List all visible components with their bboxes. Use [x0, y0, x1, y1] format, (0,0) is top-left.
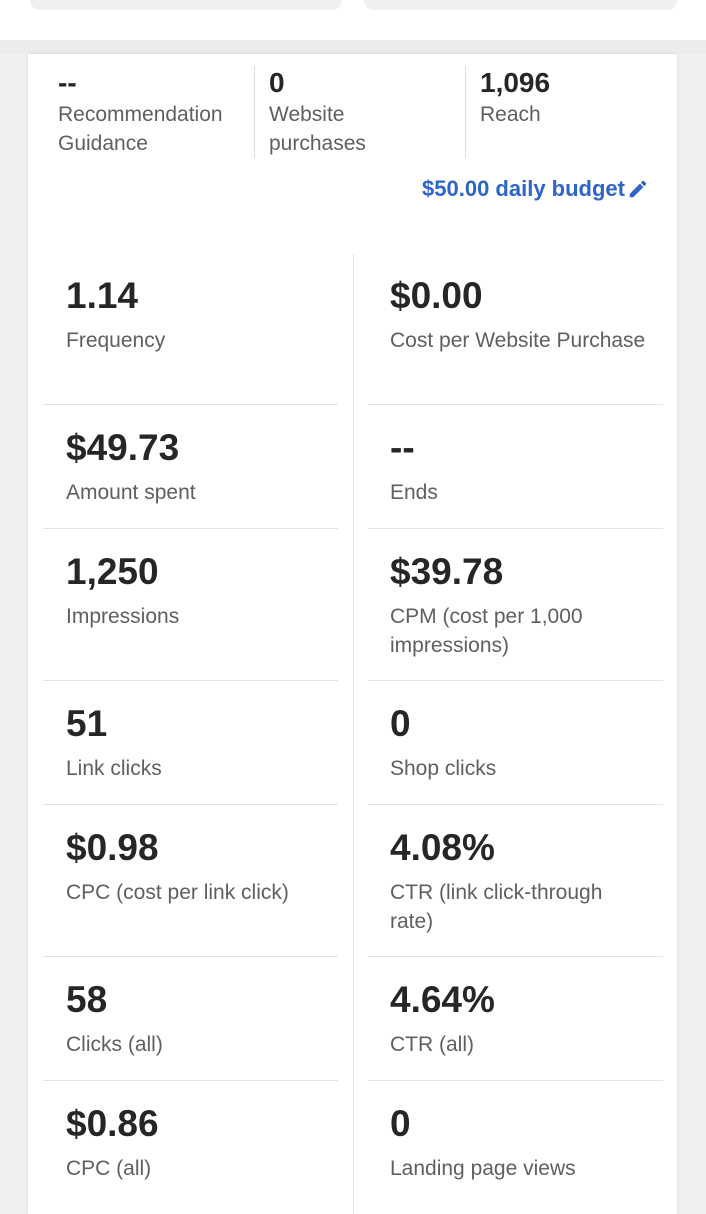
summary-divider: [254, 66, 255, 158]
metric-cpc-link: $0.98 CPC (cost per link click): [66, 826, 336, 907]
metric-value: 1,250: [66, 551, 159, 592]
row-divider: [368, 528, 663, 529]
metric-label: Landing page views: [390, 1157, 576, 1180]
metric-label: CTR (link click-through rate): [390, 881, 603, 933]
previous-card-right[interactable]: [364, 0, 677, 10]
metric-label: CTR (all): [390, 1033, 474, 1056]
metric-ctr-all: 4.64% CTR (all): [390, 978, 650, 1059]
summary-row: -- Recommendation Guidance 0 Website pur…: [28, 54, 677, 164]
row-divider: [368, 956, 663, 957]
metric-value: 0: [390, 1103, 411, 1144]
metric-value: --: [390, 427, 415, 468]
metric-value: $0.86: [66, 1103, 159, 1144]
top-strip: [0, 0, 706, 40]
row-divider: [368, 680, 663, 681]
metric-shop-clicks: 0 Shop clicks: [390, 702, 650, 783]
previous-card-left[interactable]: [30, 0, 342, 10]
metric-label: Ends: [390, 481, 438, 504]
metric-link-clicks: 51 Link clicks: [66, 702, 336, 783]
summary-divider: [465, 66, 466, 158]
metric-cost-per-website-purchase: $0.00 Cost per Website Purchase: [390, 274, 650, 355]
metric-label: Clicks (all): [66, 1033, 163, 1056]
metric-label: Amount spent: [66, 481, 196, 504]
metric-amount-spent: $49.73 Amount spent: [66, 426, 336, 507]
metric-cpc-all: $0.86 CPC (all): [66, 1102, 336, 1183]
section-gap: [0, 40, 706, 54]
metric-value: $0.00: [390, 275, 483, 316]
summary-label: Reach: [480, 103, 541, 126]
summary-website-purchases: 0 Website purchases: [269, 66, 459, 158]
metric-label: CPM (cost per 1,000 impressions): [390, 605, 583, 657]
daily-budget-link[interactable]: $50.00 daily budget: [422, 176, 649, 202]
summary-value: 1,096: [480, 67, 551, 98]
metric-label: CPC (cost per link click): [66, 881, 289, 904]
metric-value: 0: [390, 703, 411, 744]
row-divider: [43, 680, 338, 681]
row-divider: [368, 1080, 663, 1081]
summary-label: Recommendation Guidance: [58, 103, 223, 155]
metric-clicks-all: 58 Clicks (all): [66, 978, 336, 1059]
summary-recommendation: -- Recommendation Guidance: [58, 66, 258, 158]
metric-label: Impressions: [66, 605, 180, 628]
metric-ctr-link: 4.08% CTR (link click-through rate): [390, 826, 650, 936]
row-divider: [368, 404, 663, 405]
metric-value: 1.14: [66, 275, 139, 316]
summary-value: 0: [269, 67, 285, 98]
row-divider: [368, 804, 663, 805]
ad-insights-panel: -- Recommendation Guidance 0 Website pur…: [28, 54, 677, 1214]
metric-label: CPC (all): [66, 1157, 152, 1180]
metric-label: Shop clicks: [390, 757, 497, 780]
metric-value: 4.08%: [390, 827, 495, 868]
row-divider: [43, 804, 338, 805]
metric-value: $49.73: [66, 427, 180, 468]
row-divider: [43, 404, 338, 405]
row-divider: [43, 956, 338, 957]
row-divider: [43, 1080, 338, 1081]
metric-cpm: $39.78 CPM (cost per 1,000 impressions): [390, 550, 650, 660]
metric-value: $39.78: [390, 551, 504, 592]
summary-label: Website purchases: [269, 103, 366, 155]
daily-budget-text: $50.00 daily budget: [422, 176, 625, 201]
row-divider: [43, 528, 338, 529]
metric-value: $0.98: [66, 827, 159, 868]
metric-impressions: 1,250 Impressions: [66, 550, 336, 631]
metric-label: Cost per Website Purchase: [390, 329, 646, 352]
summary-reach: 1,096 Reach: [480, 66, 650, 158]
metric-label: Link clicks: [66, 757, 162, 780]
column-divider: [353, 254, 354, 1214]
metric-value: 4.64%: [390, 979, 495, 1020]
metric-label: Frequency: [66, 329, 166, 352]
metric-ends: -- Ends: [390, 426, 650, 507]
summary-value: --: [58, 67, 77, 98]
pencil-icon[interactable]: [627, 178, 649, 200]
metric-value: 58: [66, 979, 108, 1020]
metric-frequency: 1.14 Frequency: [66, 274, 336, 355]
metric-value: 51: [66, 703, 108, 744]
metric-landing-page-views: 0 Landing page views: [390, 1102, 650, 1183]
